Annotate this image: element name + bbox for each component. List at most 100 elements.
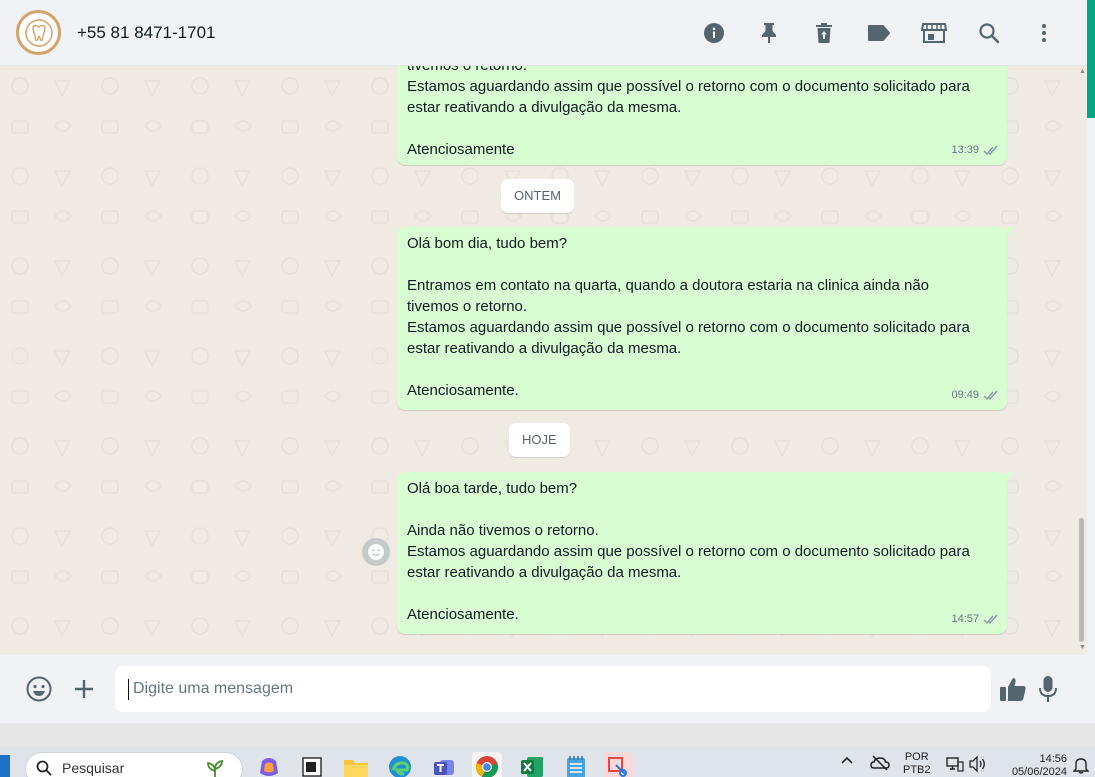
message-line: Atenciosamente. [407,382,519,399]
scroll-up-arrow[interactable]: ▲ [1079,68,1086,75]
message-text: Olá boa tarde, tudo bem? Ainda não tivemo… [407,478,997,625]
date-divider-today: HOJE [509,423,570,457]
message-time: 09:49 [951,389,979,401]
message-meta: 13:39 [951,140,999,161]
message-line: tivemos o retorno. [407,66,997,76]
notepad-icon [567,756,585,777]
pin-icon[interactable] [741,13,796,53]
taskbar-copilot[interactable] [254,752,284,777]
read-ticks-icon [983,390,998,401]
smiley-icon [368,544,384,560]
search-icon[interactable] [961,13,1016,53]
window-edge-accent [1087,0,1095,118]
chat-scrollbar[interactable] [1079,518,1084,642]
menu-icon[interactable] [1016,13,1071,53]
taskbar-excel[interactable] [517,752,547,777]
copilot-icon [260,758,278,776]
outgoing-message[interactable]: Olá boa tarde, tudo bem? Ainda não tivemo… [397,472,1014,634]
taskbar-app-terminal[interactable] [297,752,327,777]
folder-icon [344,760,368,777]
keyboard-layout: PTB2 [903,764,931,776]
message-line: Entramos em contato na quarta, quando a … [407,277,930,294]
message-line [407,359,997,380]
notification-bell-icon[interactable] [1072,756,1090,777]
plus-icon [75,680,93,698]
message-meta: 14:57 [951,609,999,630]
attach-button[interactable] [68,673,100,705]
emoji-button[interactable] [23,673,55,705]
keyboard-language[interactable]: POR PTB2 [903,751,931,777]
message-line: Atenciosamente. [407,606,519,623]
windows-taskbar: Pesquisar POR PTB2 14:56 05/06/2024 [0,747,1095,777]
volume-icon[interactable] [969,755,987,775]
taskbar-search-label: Pesquisar [62,760,125,776]
taskbar-chrome[interactable] [472,752,502,777]
tray-overflow-icon[interactable] [840,755,854,768]
search-icon [36,760,52,776]
scroll-down-arrow[interactable]: ▼ [1079,644,1086,651]
taskbar-teams[interactable] [429,752,459,777]
system-clock[interactable]: 14:56 05/06/2024 [1003,753,1067,777]
message-text: Olá bom dia, tudo bem? Entramos em contat… [407,233,997,401]
message-line: Estamos aguardando assim que possível o … [407,319,970,336]
excel-icon [521,757,543,777]
thumbs-up-button[interactable] [997,673,1029,705]
read-ticks-icon [983,614,998,625]
message-line: Atenciosamente [407,141,515,158]
onedrive-offline-icon[interactable] [870,755,890,774]
taskbar-snipping-tool[interactable] [603,752,633,777]
snipping-icon [608,757,627,777]
taskbar-search[interactable]: Pesquisar [25,752,243,777]
outgoing-message[interactable]: tivemos o retorno. Estamos aguardando ass… [397,66,1007,165]
outgoing-message[interactable]: Olá bom dia, tudo bem? Entramos em contat… [397,227,1014,410]
taskbar-file-explorer[interactable] [341,752,371,777]
delete-icon[interactable] [796,13,851,53]
plant-icon [207,759,223,777]
clock-time: 14:56 [1039,753,1067,765]
message-text: tivemos o retorno. Estamos aguardando ass… [407,66,997,160]
microphone-icon [1039,676,1057,702]
window-edge [1087,118,1095,723]
message-input[interactable] [115,666,991,712]
message-line: estar reativando a divulgação da mesma. [407,564,682,581]
taskbar-edge[interactable] [385,752,415,777]
chrome-icon [475,756,498,777]
message-line: Estamos aguardando assim que possível o … [407,543,970,560]
header-actions [686,0,1071,66]
voice-message-button[interactable] [1032,673,1064,705]
message-line [407,499,997,520]
message-line [407,254,997,275]
start-button[interactable] [0,755,10,777]
message-line: tivemos o retorno. [407,298,528,315]
contact-avatar[interactable] [16,10,61,55]
edge-icon [389,756,411,777]
message-line: estar reativando a divulgação da mesma. [407,340,682,357]
message-line: estar reativando a divulgação da mesma. [407,99,682,116]
info-icon[interactable] [686,13,741,53]
contact-name[interactable]: +55 81 8471-1701 [77,23,216,43]
network-icon[interactable] [946,756,964,775]
bubble-tail [1006,227,1014,237]
tooth-logo-icon [24,18,53,47]
clock-date: 05/06/2024 [1011,766,1067,777]
thumbs-up-icon [1000,678,1026,701]
taskbar-notepad[interactable] [561,752,591,777]
react-emoji-button[interactable] [362,538,390,566]
text-caret [128,679,129,700]
message-line: Olá bom dia, tudo bem? [407,235,568,252]
language-code: POR [904,751,929,763]
message-meta: 09:49 [951,385,999,406]
store-icon[interactable] [906,13,961,53]
terminal-icon [302,757,322,777]
message-time: 13:39 [951,144,979,156]
conversation-panel: tivemos o retorno. Estamos aguardando ass… [0,66,1087,655]
chat-header: +55 81 8471-1701 [0,0,1087,66]
label-icon[interactable] [851,13,906,53]
teams-icon [434,760,454,775]
message-line: Estamos aguardando assim que possível o … [407,78,970,95]
message-line [407,118,997,139]
read-ticks-icon [983,145,998,156]
bubble-tail [1006,472,1014,482]
date-divider-yesterday: ONTEM [501,179,574,213]
window-bottom-gap [0,723,1095,747]
